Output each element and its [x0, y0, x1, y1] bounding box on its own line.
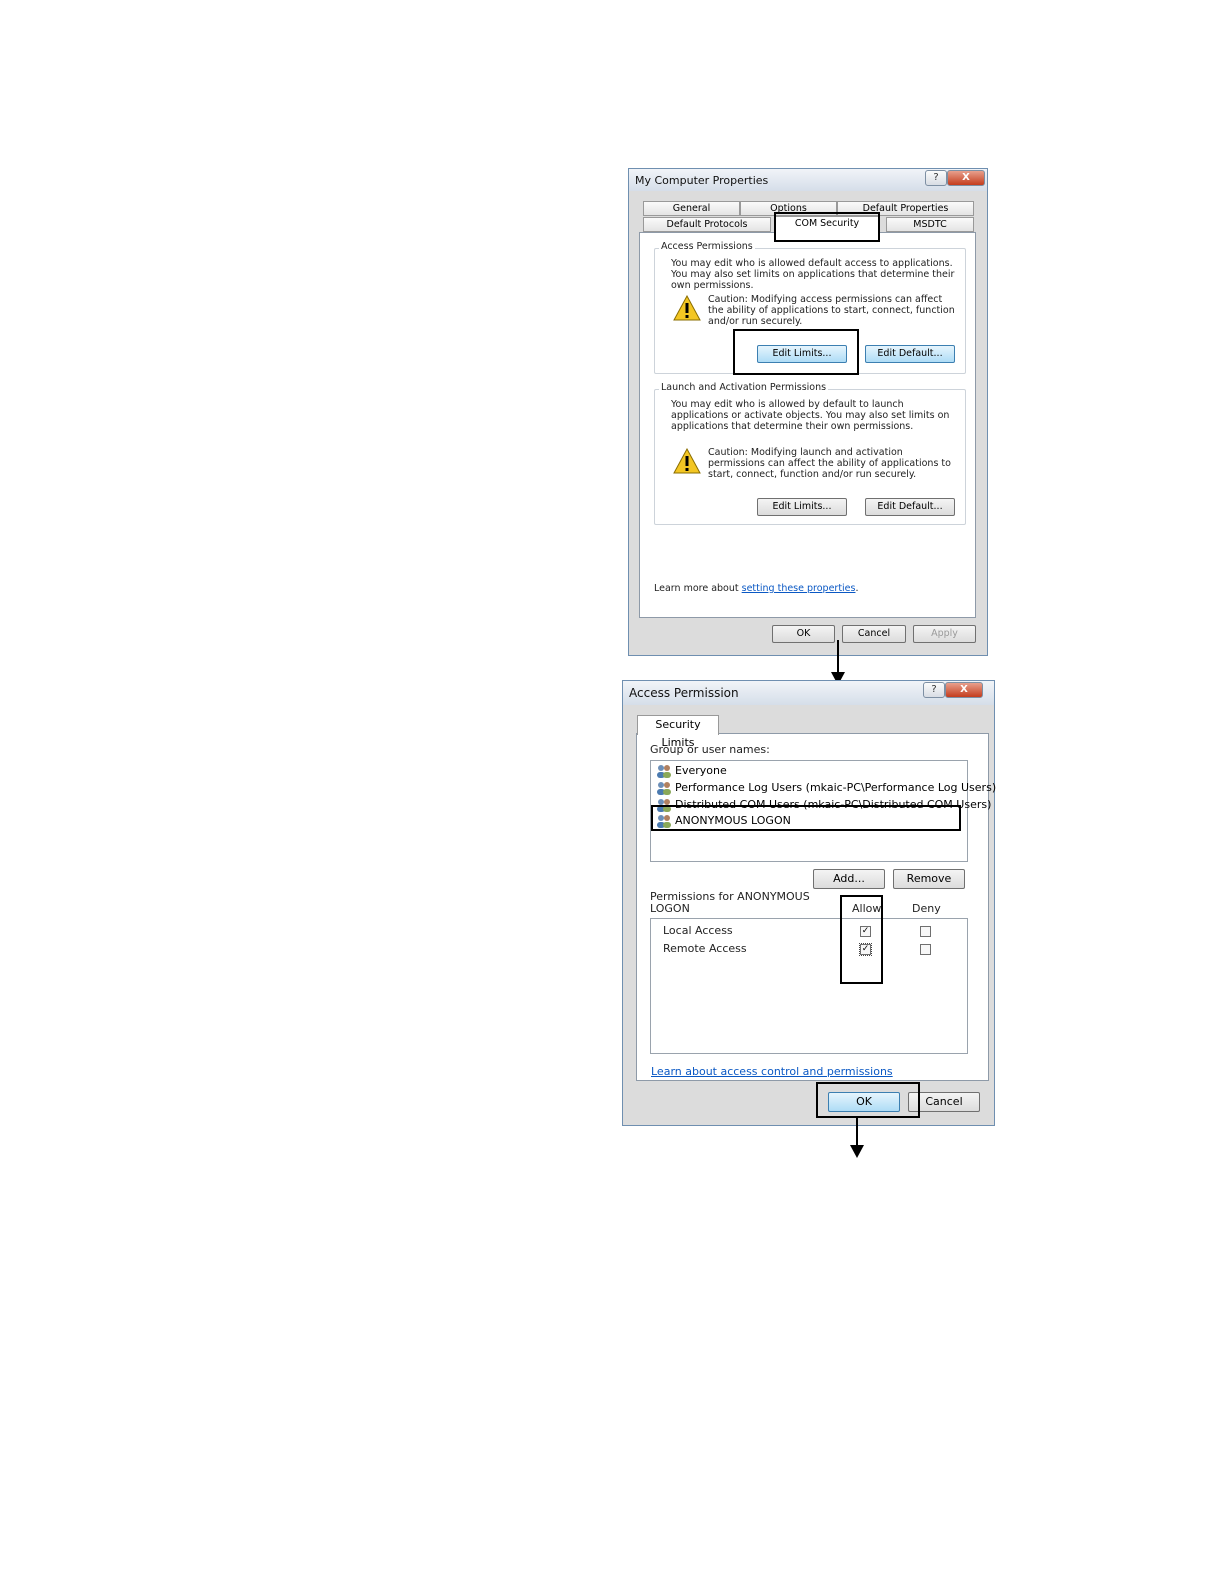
access-edit-default-button[interactable]: Edit Default...: [865, 345, 955, 363]
dialog-title: Access Permission: [629, 686, 739, 700]
deny-column-header: Deny: [912, 902, 941, 915]
apply-button[interactable]: Apply: [913, 625, 976, 643]
access-control-link[interactable]: Learn about access control and permissio…: [651, 1065, 893, 1078]
list-item-label: Performance Log Users (mkaic-PC\Performa…: [675, 781, 997, 794]
remote-access-deny-checkbox[interactable]: [920, 944, 931, 955]
warning-icon: [673, 295, 701, 321]
tab-general[interactable]: General: [643, 201, 740, 216]
launch-edit-limits-button[interactable]: Edit Limits...: [757, 498, 847, 516]
allow-column-highlight: [840, 895, 883, 984]
access-permission-dialog: Access Permission ? X Security Limits Gr…: [622, 680, 996, 1126]
close-icon[interactable]: X: [945, 682, 983, 698]
permissions-list: [650, 918, 968, 1054]
tab-default-protocols[interactable]: Default Protocols: [643, 217, 771, 232]
learn-more-line: Learn more about setting these propertie…: [654, 583, 859, 594]
list-item-everyone[interactable]: Everyone: [656, 763, 727, 778]
add-button[interactable]: Add...: [813, 869, 885, 889]
help-icon[interactable]: ?: [925, 170, 947, 186]
warning-icon: [673, 448, 701, 474]
title-bar[interactable]: Access Permission ? X: [623, 681, 994, 705]
access-permissions-legend: Access Permissions: [659, 241, 755, 252]
anonymous-logon-highlight: [651, 805, 961, 831]
cancel-button[interactable]: Cancel: [842, 625, 906, 643]
arrow-down-icon: [850, 1145, 864, 1158]
ok-button[interactable]: OK: [772, 625, 835, 643]
list-item-label: Everyone: [675, 764, 727, 777]
learn-more-suffix: .: [855, 583, 859, 594]
users-icon: [657, 765, 671, 778]
access-permissions-caution: Caution: Modifying access permissions ca…: [708, 294, 955, 327]
close-icon[interactable]: X: [947, 170, 985, 186]
remove-button[interactable]: Remove: [893, 869, 965, 889]
permission-name: Remote Access: [663, 942, 747, 955]
title-bar[interactable]: My Computer Properties ? X: [629, 169, 987, 191]
users-icon: [657, 782, 671, 795]
help-icon[interactable]: ?: [923, 682, 945, 698]
group-user-names-label: Group or user names:: [650, 743, 770, 756]
local-access-deny-checkbox[interactable]: [920, 926, 931, 937]
learn-more-prefix: Learn more about: [654, 583, 739, 594]
launch-permissions-description: You may edit who is allowed by default t…: [671, 399, 950, 432]
tab-security-limits[interactable]: Security Limits: [637, 715, 719, 749]
edit-limits-highlight: [733, 329, 859, 375]
dialog-title: My Computer Properties: [635, 174, 769, 187]
list-item-performance-log-users[interactable]: Performance Log Users (mkaic-PC\Performa…: [656, 780, 996, 795]
permission-name: Local Access: [663, 924, 733, 937]
com-security-tab-highlight: [774, 212, 880, 242]
launch-permissions-caution: Caution: Modifying launch and activation…: [708, 447, 951, 480]
tab-msdtc[interactable]: MSDTC: [886, 217, 974, 232]
arrow-line: [837, 640, 839, 674]
access-permissions-description: You may edit who is allowed default acce…: [671, 258, 955, 291]
launch-edit-default-button[interactable]: Edit Default...: [865, 498, 955, 516]
permissions-for-label: Permissions for ANONYMOUS LOGON: [650, 890, 810, 915]
ok-button-highlight: [816, 1082, 920, 1118]
arrow-line: [856, 1117, 858, 1147]
setting-properties-link[interactable]: setting these properties: [742, 583, 856, 594]
launch-permissions-legend: Launch and Activation Permissions: [659, 382, 829, 393]
